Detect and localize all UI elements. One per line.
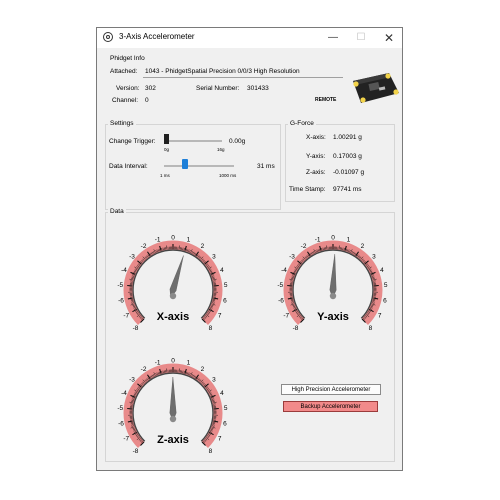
gauge-tick-label: -3 xyxy=(129,377,135,384)
gauge-tick-label: 8 xyxy=(209,325,213,332)
app-window: 3-Axis Accelerometer — ☐ ✕ Phidget Info … xyxy=(96,27,403,471)
gauge-needle xyxy=(329,254,337,299)
gauge-needle xyxy=(169,376,177,422)
gauge-tick-label: 5 xyxy=(224,282,228,289)
gauge-tick-label: -5 xyxy=(117,282,123,289)
gauge-tick-label: 0 xyxy=(331,234,335,241)
gauge-tick-label: 2 xyxy=(201,366,205,373)
gauge-tick-label: -7 xyxy=(123,312,129,319)
gauge-tick-label: 5 xyxy=(224,405,228,412)
gauge-tick-label: -1 xyxy=(315,237,321,244)
gauge-tick-label: -2 xyxy=(141,366,147,373)
gauge-tick-label: 7 xyxy=(218,435,222,442)
gauge-needle xyxy=(169,255,184,299)
gauge-tick-label: -8 xyxy=(133,325,139,332)
gauge-tick-label: -7 xyxy=(123,435,129,442)
gauge-tick-label: 0 xyxy=(171,357,175,364)
gauge-tick-label: 0 xyxy=(171,234,175,241)
gauge-tick-label: -7 xyxy=(283,312,289,319)
gauge-tick-label: 3 xyxy=(212,254,216,261)
gauge-tick-label: 8 xyxy=(209,448,213,455)
gauge-tick-label: -3 xyxy=(129,254,135,261)
gauge-tick-label: -6 xyxy=(118,298,124,305)
gauge-tick-label: 1 xyxy=(187,237,191,244)
gauge-tick-label: -2 xyxy=(141,243,147,250)
gauge-tick-label: 6 xyxy=(223,421,227,428)
gauge-hub xyxy=(329,292,337,300)
gauge-tick-label: 4 xyxy=(220,267,224,274)
gauge-tick-label: 7 xyxy=(378,312,382,319)
gauge-tick-label: -8 xyxy=(293,325,299,332)
gauge-tick-label: -5 xyxy=(277,282,283,289)
gauge-tick-label: -4 xyxy=(121,390,127,397)
gauge-tick-label: -4 xyxy=(121,267,127,274)
gauge-tick-label: 1 xyxy=(347,237,351,244)
gauge-tick-label: -5 xyxy=(117,405,123,412)
backup-button[interactable]: Backup Accelerometer xyxy=(283,401,378,412)
gauge-tick-label: -2 xyxy=(301,243,307,250)
high-precision-button[interactable]: High Precision Accelerometer xyxy=(281,384,381,395)
gauge-tick-label: 2 xyxy=(361,243,365,250)
gauge-tick-label: -3 xyxy=(289,254,295,261)
gauge-tick-label: 2 xyxy=(201,243,205,250)
gauge-label: Y-axis xyxy=(317,311,349,323)
gauge-tick-label: -1 xyxy=(155,360,161,367)
gauge-hub xyxy=(169,292,177,300)
gauge-tick-label: 3 xyxy=(212,377,216,384)
gauge-tick-label: -4 xyxy=(281,267,287,274)
gauge-tick-label: -6 xyxy=(278,298,284,305)
gauge-tick-label: 8 xyxy=(369,325,373,332)
gauge-tick-label: -1 xyxy=(155,237,161,244)
gauge-tick-label: 3 xyxy=(372,254,376,261)
gauge-hub xyxy=(169,415,177,423)
gauge-tick-label: -8 xyxy=(133,448,139,455)
gauge-label: X-axis xyxy=(157,311,189,323)
gauge-label: Z-axis xyxy=(157,434,189,446)
gauge-tick-label: -6 xyxy=(118,421,124,428)
gauge-tick-label: 4 xyxy=(380,267,384,274)
gauge-tick-label: 6 xyxy=(223,298,227,305)
gauge-tick-label: 5 xyxy=(384,282,388,289)
gauge-tick-label: 7 xyxy=(218,312,222,319)
gauge-tick-label: 1 xyxy=(187,360,191,367)
gauge-tick-label: 4 xyxy=(220,390,224,397)
gauge-tick-label: 6 xyxy=(383,298,387,305)
